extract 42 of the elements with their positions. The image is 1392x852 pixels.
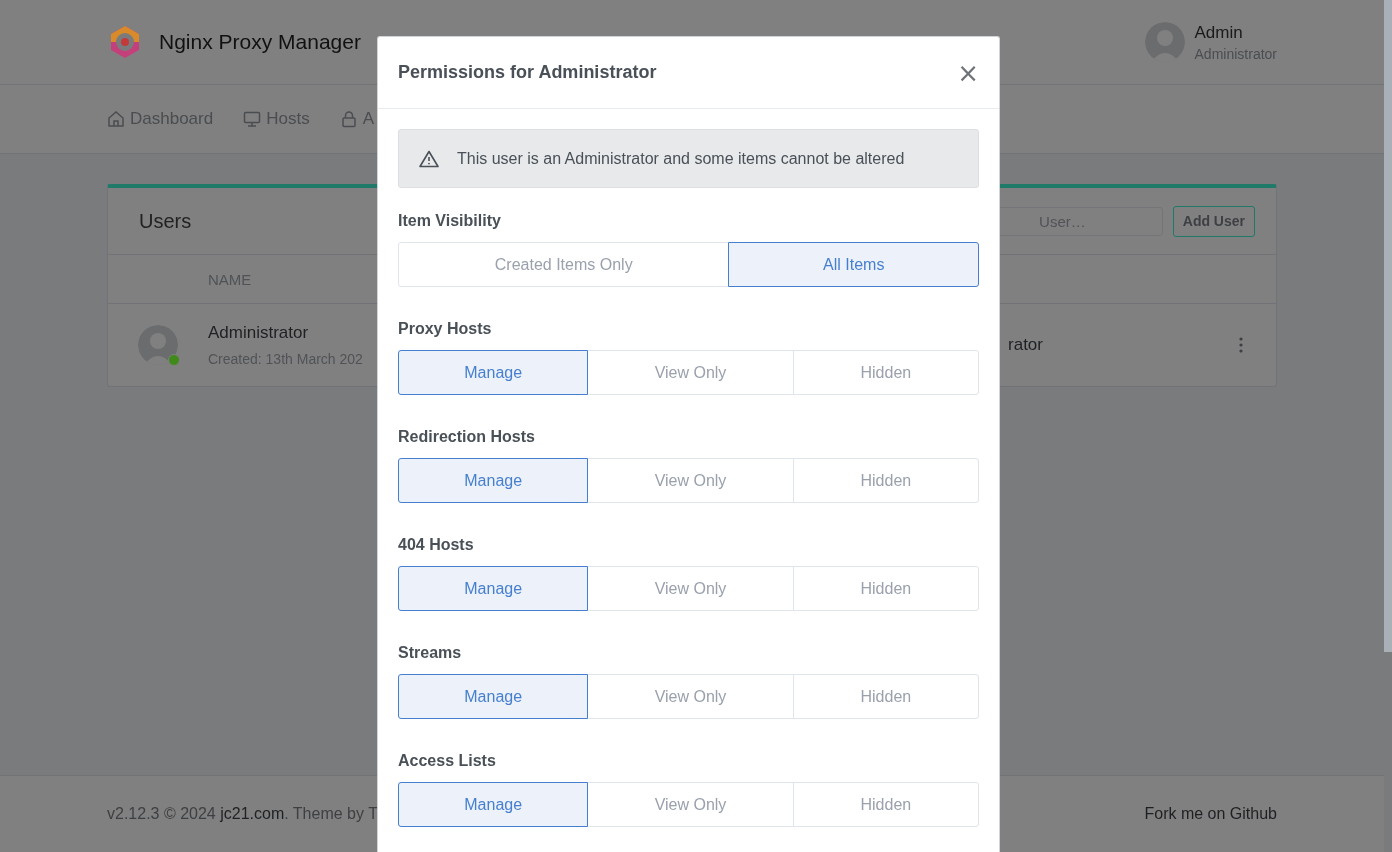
permission-option[interactable]: Hidden bbox=[792, 350, 979, 395]
permission-option[interactable]: View Only bbox=[587, 782, 794, 827]
section-label: Redirection Hosts bbox=[398, 428, 536, 446]
add-user-button[interactable]: Add User bbox=[1172, 205, 1255, 237]
card-title: Users bbox=[139, 209, 192, 233]
user-name: Administrator bbox=[208, 323, 310, 343]
permission-option[interactable]: Manage bbox=[398, 782, 589, 827]
user-name[interactable]: Admin bbox=[1194, 22, 1277, 43]
section-label: Access Lists bbox=[398, 752, 497, 770]
copyright-text: v2.12.3 © 2024 jc21.com. Theme by T bbox=[107, 805, 378, 823]
alert-text: This user is an Administrator and some items cannot be altered bbox=[457, 149, 905, 168]
github-link[interactable]: Fork me on Github bbox=[1144, 805, 1277, 823]
warning-icon bbox=[419, 149, 439, 168]
permission-option[interactable]: View Only bbox=[587, 566, 794, 611]
monitor-icon bbox=[243, 110, 262, 128]
permission-option[interactable]: All Items bbox=[728, 242, 979, 287]
lock-icon bbox=[339, 110, 358, 128]
permission-option[interactable]: Hidden bbox=[792, 782, 979, 827]
permission-option[interactable]: Manage bbox=[398, 566, 589, 611]
dialog-title: Permissions for Administrator bbox=[398, 62, 657, 83]
home-icon bbox=[107, 110, 125, 128]
permission-option[interactable]: Created Items Only bbox=[398, 242, 730, 287]
section-label: 404 Hosts bbox=[398, 536, 475, 554]
section-label: Item Visibility bbox=[398, 212, 502, 230]
permission-option[interactable]: Manage bbox=[398, 458, 589, 503]
permission-option[interactable]: View Only bbox=[587, 458, 794, 503]
section-label: Proxy Hosts bbox=[398, 320, 493, 338]
section-label: Streams bbox=[398, 644, 463, 662]
permission-option[interactable]: Hidden bbox=[792, 566, 979, 611]
more-options-icon[interactable] bbox=[1239, 337, 1243, 353]
avatar-icon bbox=[138, 325, 178, 365]
close-button[interactable]: × bbox=[957, 59, 979, 86]
permission-option[interactable]: View Only bbox=[587, 350, 794, 395]
permission-option[interactable]: Manage bbox=[398, 674, 589, 719]
scrollbar[interactable] bbox=[1384, 0, 1392, 652]
permission-option[interactable]: Hidden bbox=[792, 458, 979, 503]
permission-option[interactable]: View Only bbox=[587, 674, 794, 719]
app-title: Nginx Proxy Manager bbox=[159, 30, 361, 54]
permission-option[interactable]: Hidden bbox=[792, 674, 979, 719]
role-cell: rator bbox=[1008, 335, 1043, 355]
link[interactable]: jc21.com bbox=[220, 805, 285, 822]
permission-option[interactable]: Manage bbox=[398, 350, 589, 395]
